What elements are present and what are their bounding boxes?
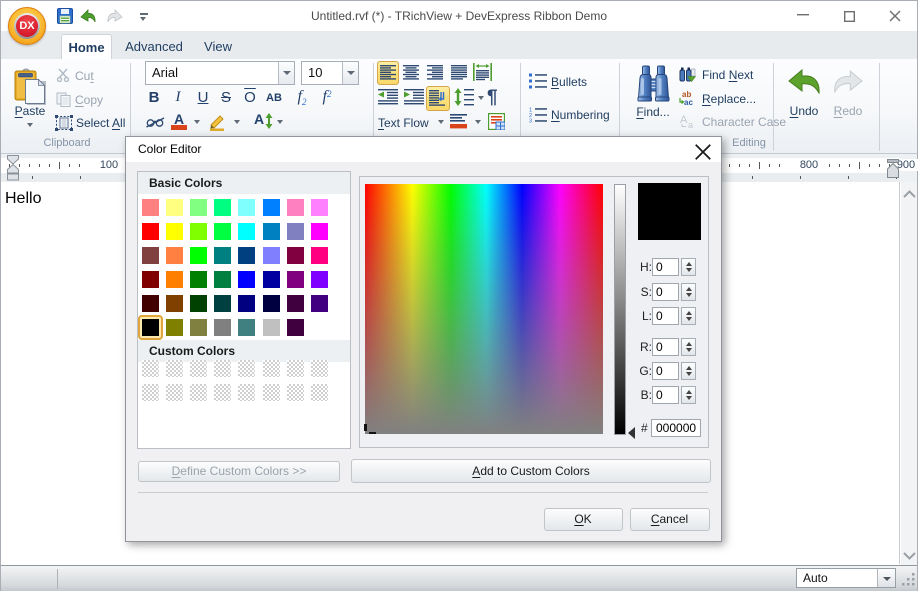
svg-text:a: a (688, 120, 693, 129)
svg-text:3: 3 (529, 119, 532, 124)
svg-text:A: A (680, 114, 688, 126)
svg-text:ac: ac (684, 98, 693, 106)
